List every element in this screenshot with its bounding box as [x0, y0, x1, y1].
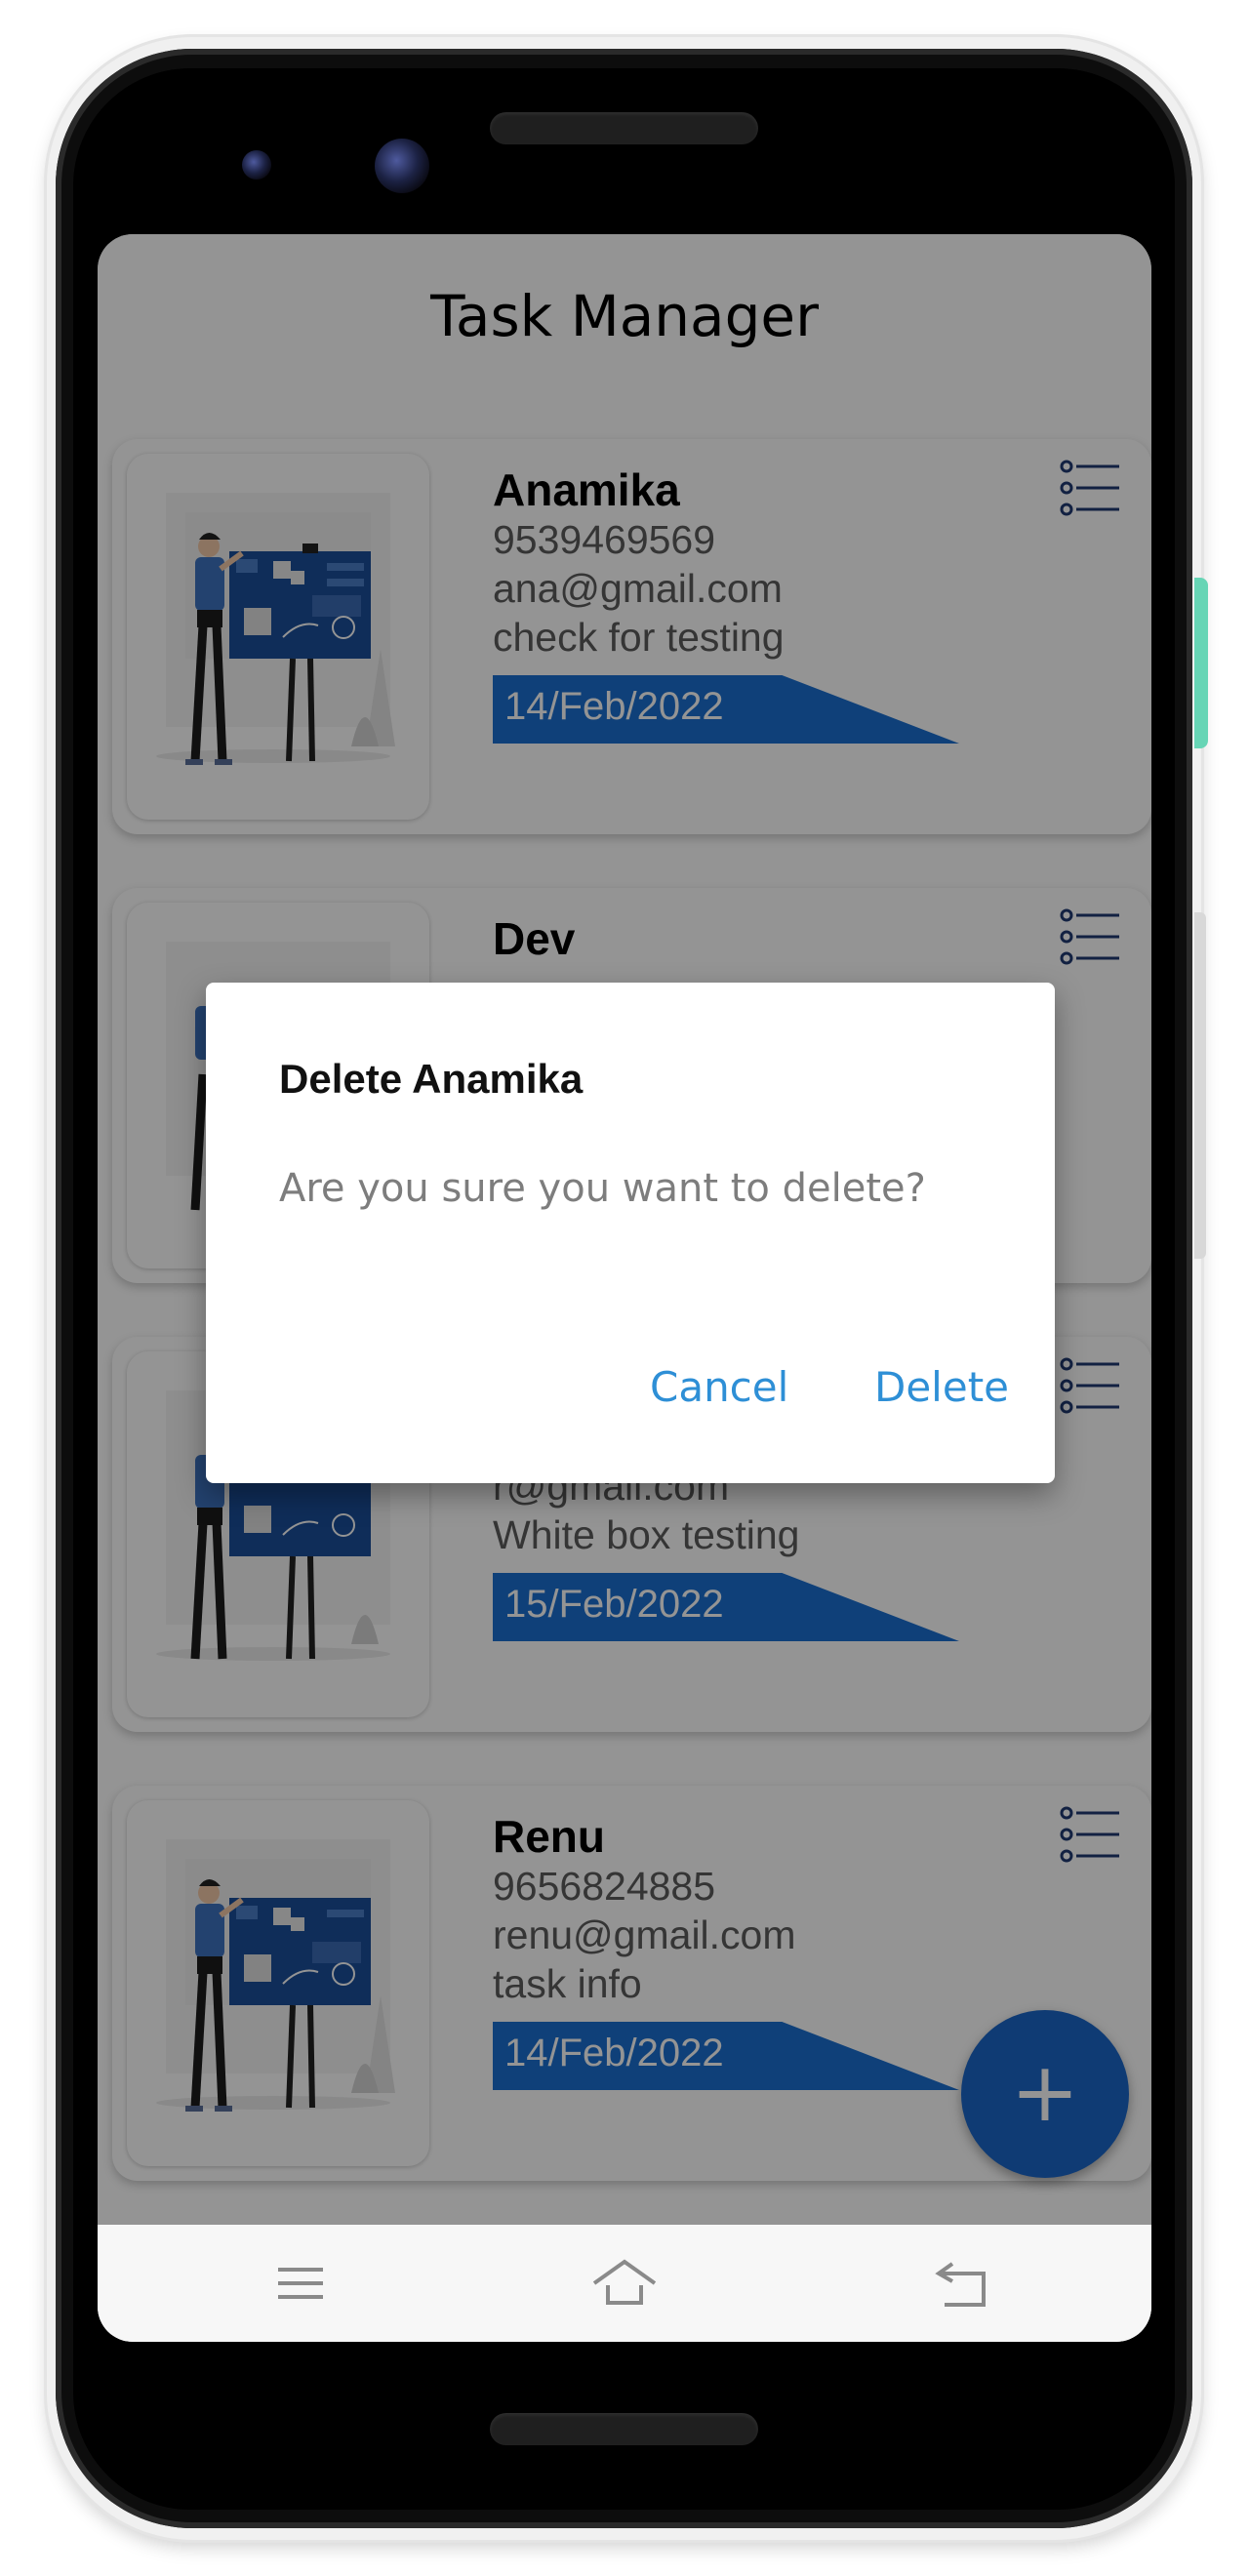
system-nav-bar — [98, 2225, 1151, 2342]
front-camera-icon — [375, 139, 429, 193]
top-speaker — [490, 112, 758, 144]
power-button — [1194, 578, 1208, 748]
dialog-message: Are you sure you want to delete? — [279, 1166, 926, 1211]
bottom-speaker — [490, 2413, 758, 2445]
dialog-title: Delete Anamika — [279, 1056, 584, 1102]
home-icon[interactable] — [590, 2252, 659, 2314]
delete-confirm-dialog: Delete Anamika Are you sure you want to … — [206, 983, 1055, 1483]
volume-button — [1194, 912, 1206, 1259]
delete-button[interactable]: Delete — [874, 1363, 1009, 1411]
phone-screen: Task Manager Anamika 9539469569 ana@gmai… — [98, 234, 1151, 2342]
menu-icon[interactable] — [266, 2252, 335, 2314]
back-icon[interactable] — [929, 2252, 997, 2314]
front-sensor-icon — [242, 150, 271, 180]
cancel-button[interactable]: Cancel — [650, 1363, 788, 1411]
